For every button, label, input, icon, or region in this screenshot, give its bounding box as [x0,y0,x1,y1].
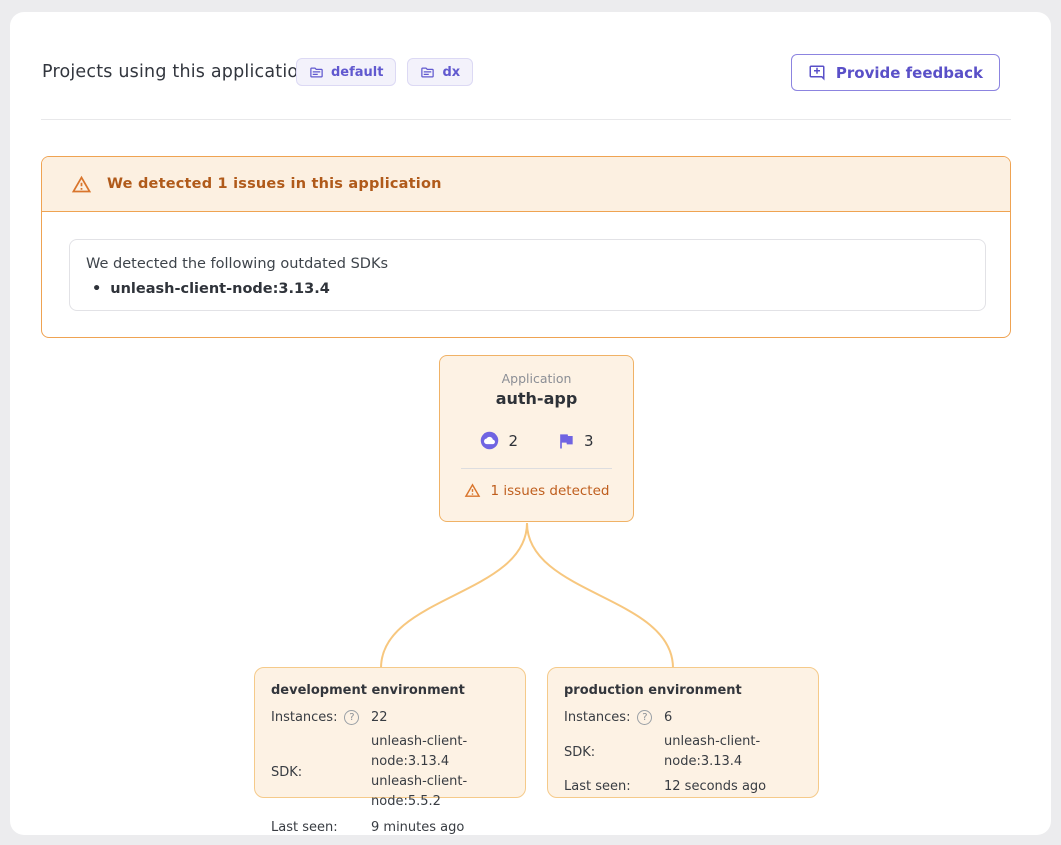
flag-icon [556,431,576,451]
application-stats: 2 3 [440,430,633,451]
environment-title: development environment [271,683,509,698]
project-badge-label: default [331,65,383,80]
cloud-instances-icon [479,430,500,451]
sdk-label: SDK: [271,732,357,813]
issues-alert-header: We detected 1 issues in this application [42,157,1010,212]
instances-label-text: Instances: [271,710,337,725]
application-type-label: Application [440,371,633,386]
project-badge-label: dx [442,65,460,80]
project-badge-default[interactable]: default [296,58,396,86]
application-node[interactable]: Application auth-app 2 3 [439,355,634,522]
sdk-label: SDK: [564,732,650,772]
environment-card-production[interactable]: production environment Instances: ? 6 SD… [547,667,819,798]
last-seen-label: Last seen: [564,779,650,794]
feedback-comment-plus-icon [808,64,826,82]
project-folder-icon [420,65,435,80]
last-seen-value: 12 seconds ago [664,779,802,794]
environment-card-development[interactable]: development environment Instances: ? 22 … [254,667,526,798]
outdated-sdk-item: unleash-client-node:3.13.4 [86,281,969,297]
sdk-value: unleash-client-node:3.13.4 unleash-clien… [371,732,509,813]
sdk-version: unleash-client-node:3.13.4 [664,732,802,772]
page-background: Projects using this application default … [0,0,1061,845]
outdated-sdk-box: We detected the following outdated SDKs … [69,239,986,311]
header-divider [41,119,1011,120]
provide-feedback-button[interactable]: Provide feedback [791,54,1000,91]
help-icon[interactable]: ? [344,710,359,725]
instances-label-text: Instances: [564,710,630,725]
environment-details: Instances: ? 6 SDK: unleash-client-node:… [564,710,802,794]
flags-stat: 3 [556,431,594,451]
instances-count: 2 [508,432,518,450]
page-title: Projects using this application [42,62,310,82]
project-badge-dx[interactable]: dx [407,58,473,86]
application-issues: 1 issues detected [464,482,610,499]
instances-value: 6 [664,710,802,725]
main-panel: Projects using this application default … [10,12,1051,835]
application-issues-text: 1 issues detected [491,483,610,499]
help-icon[interactable]: ? [637,710,652,725]
flags-count: 3 [584,432,594,450]
instances-label: Instances: ? [271,710,357,725]
sdk-version: unleash-client-node:3.13.4 [371,732,509,772]
sdk-value: unleash-client-node:3.13.4 [664,732,802,772]
application-card-divider [461,468,612,469]
outdated-sdk-intro: We detected the following outdated SDKs [86,256,969,272]
environment-title: production environment [564,683,802,698]
sdk-version: unleash-client-node:5.5.2 [371,772,509,812]
application-name: auth-app [440,389,633,408]
project-folder-icon [309,65,324,80]
feedback-button-label: Provide feedback [836,64,983,82]
environment-details: Instances: ? 22 SDK: unleash-client-node… [271,710,509,835]
outdated-sdk-list: unleash-client-node:3.13.4 [86,281,969,297]
warning-triangle-icon [71,174,92,195]
last-seen-value: 9 minutes ago [371,820,509,835]
issues-alert: We detected 1 issues in this application… [41,156,1011,338]
instances-stat: 2 [479,430,518,451]
instances-label: Instances: ? [564,710,650,725]
warning-triangle-icon [464,482,481,499]
last-seen-label: Last seen: [271,820,357,835]
issues-alert-title: We detected 1 issues in this application [107,176,442,192]
project-badges: default dx [296,58,473,86]
instances-value: 22 [371,710,509,725]
